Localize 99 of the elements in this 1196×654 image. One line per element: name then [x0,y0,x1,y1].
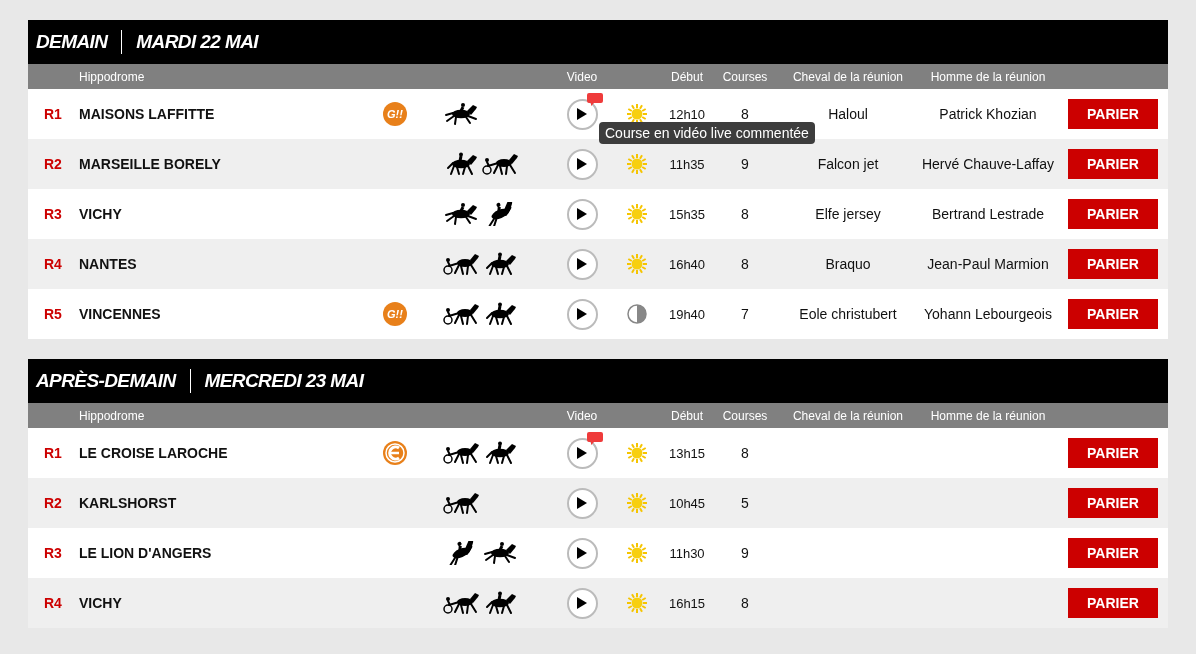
video-play-button[interactable] [566,487,598,519]
sulky-horse-icon [443,252,481,276]
column-header: Homme de la réunion [930,408,1046,423]
meeting-number: R1 [44,106,63,122]
play-icon [577,447,587,459]
start-time: 15h35 [668,206,706,222]
bet-button[interactable]: PARIER [1068,149,1158,179]
play-icon [577,308,587,320]
racecourse-name: VICHY [79,206,123,222]
horse-name: Falcon jet [817,156,879,172]
play-icon [577,208,587,220]
video-play-button[interactable] [566,198,598,230]
video-play-button[interactable] [566,587,598,619]
tooltip: Course en vidéo live commentée [599,122,815,144]
video-play-button[interactable] [566,248,598,280]
race-count: 8 [741,256,749,272]
bet-button[interactable]: PARIER [1068,588,1158,618]
video-play-button[interactable] [566,537,598,569]
start-time: 11h35 [669,156,705,172]
start-time: 11h30 [669,545,705,561]
racecourse-name: VICHY [79,595,123,611]
horse-name: Haloul [828,106,868,122]
video-play-button[interactable] [566,98,598,130]
start-time: 16h40 [668,256,706,272]
horse-name: Elfe jersey [815,206,881,222]
racecourse-name: MAISONS LAFFITTE [79,106,216,122]
start-time: 16h15 [668,595,706,611]
meeting-number: R2 [44,156,63,172]
meeting-number: R2 [44,495,63,511]
bet-button[interactable]: PARIER [1068,438,1158,468]
meeting-number: R4 [44,256,63,272]
race-count: 8 [741,445,749,461]
meeting-number: R4 [44,595,63,611]
bet-button[interactable]: PARIER [1068,99,1158,129]
play-icon [577,497,587,509]
person-name: Hervé Chauve-Laffay [921,156,1054,172]
racecourse-name: LE LION D'ANGERS [79,545,213,561]
bet-button[interactable]: PARIER [1068,249,1158,279]
horse-name: Eole christubert [799,306,897,322]
race-count: 9 [741,545,749,561]
meeting-number: R3 [44,545,63,561]
logo-badge: G!! [383,302,407,326]
racecourse-name: MARSEILLE BORELY [79,156,222,172]
racecourse-name: NANTES [79,256,138,272]
start-time: 13h15 [668,445,706,461]
start-time: 19h40 [668,306,706,322]
video-play-button[interactable] [566,437,598,469]
day-title: APRÈS-DEMAIN [36,370,176,392]
column-header: Video [566,69,598,84]
person-name: Bertrand Lestrade [931,206,1045,222]
sulky-horse-icon [443,302,481,326]
play-icon [577,258,587,270]
column-header: Courses [722,408,768,423]
race-count: 9 [741,156,749,172]
logo-badge: G!! [383,102,407,126]
column-header: Hippodrome [79,69,145,84]
start-time: 10h45 [668,495,706,511]
meeting-number: R1 [44,445,63,461]
race-count: 5 [741,495,749,511]
bet-button[interactable]: PARIER [1068,299,1158,329]
column-header: Cheval de la réunion [792,408,904,423]
video-play-button[interactable] [566,148,598,180]
play-icon [577,108,587,120]
meeting-number: R5 [44,306,63,322]
play-icon [577,597,587,609]
date-title: MARDI 22 MAI [136,31,258,53]
sulky-horse-icon [443,441,481,465]
sulky-horse-icon [482,152,520,176]
sulky-horse-icon [443,591,481,615]
play-icon [577,158,587,170]
bet-button[interactable]: PARIER [1068,199,1158,229]
racecourse-name: LE CROISE LAROCHE [79,445,229,461]
racecourse-name: KARLSHORST [79,495,178,511]
meeting-number: R3 [44,206,63,222]
sulky-horse-icon [443,491,481,515]
column-header: Hippodrome [79,408,145,423]
date-title: MERCREDI 23 MAI [204,370,364,392]
start-time: 12h10 [668,106,706,122]
race-count: 8 [741,206,749,222]
day-title: DEMAIN [36,31,108,53]
person-name: Yohann Lebourgeois [924,306,1052,322]
person-name: Jean-Paul Marmion [927,256,1049,272]
play-icon [577,547,587,559]
horse-name: Braquo [825,256,871,272]
bet-button[interactable]: PARIER [1068,488,1158,518]
column-header: Video [566,408,598,423]
column-header: Courses [722,69,768,84]
bet-button[interactable]: PARIER [1068,538,1158,568]
column-header: Cheval de la réunion [792,69,904,84]
racecourse-name: VINCENNES [79,306,162,322]
race-count: 8 [741,595,749,611]
column-header: Homme de la réunion [930,69,1046,84]
person-name: Patrick Khozian [939,106,1037,122]
race-count: 8 [741,106,749,122]
column-header: Début [671,408,703,423]
race-count: 7 [741,306,749,322]
video-play-button[interactable] [566,298,598,330]
column-header: Début [671,69,703,84]
logo-icon [382,440,408,466]
